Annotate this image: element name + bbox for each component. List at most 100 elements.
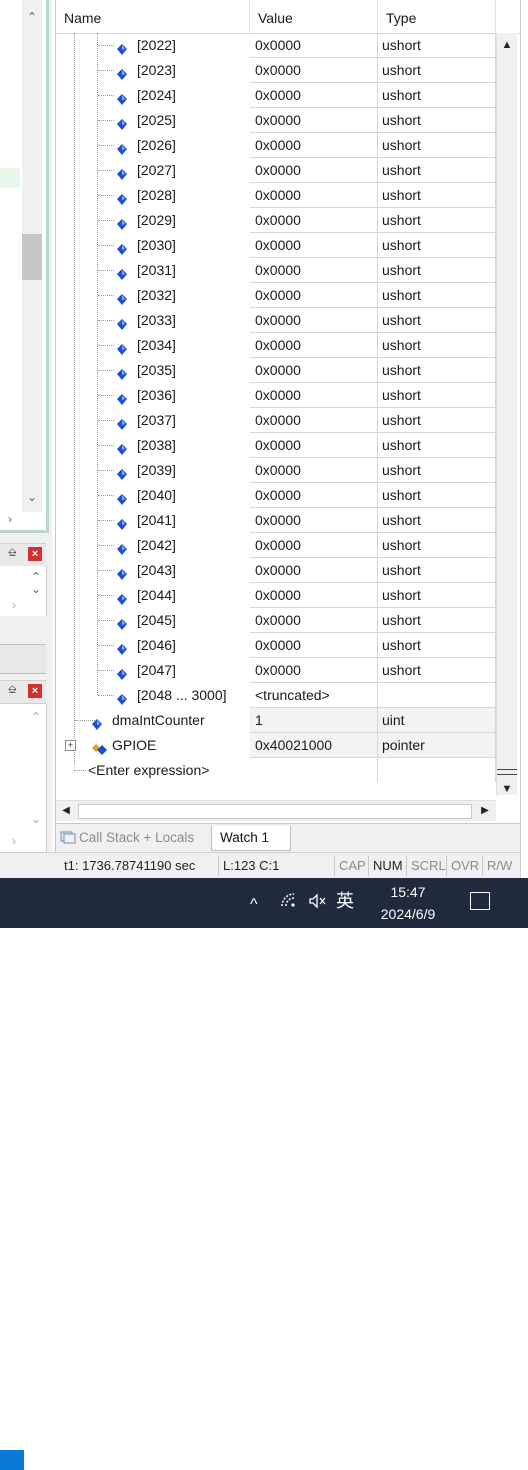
scroll-down-icon[interactable]: ⌄ — [28, 812, 44, 826]
variable-row[interactable]: dmaIntCounter 1 uint — [56, 708, 496, 733]
value-cell[interactable]: 0x0000 — [250, 133, 378, 158]
scroll-left-icon[interactable]: ◀ — [57, 801, 75, 821]
value-cell[interactable]: 0x0000 — [250, 583, 378, 608]
name-cell[interactable]: [2026] — [56, 133, 250, 158]
array-element-row[interactable]: [2025] 0x0000 ushort — [56, 108, 496, 133]
name-cell[interactable]: [2039] — [56, 458, 250, 483]
name-cell[interactable]: [2029] — [56, 208, 250, 233]
array-element-row[interactable]: [2046] 0x0000 ushort — [56, 633, 496, 658]
scroll-right-icon[interactable]: › — [6, 598, 22, 612]
scroll-up-icon[interactable]: ▲ — [497, 35, 517, 55]
scroll-right-icon[interactable]: › — [2, 512, 18, 526]
value-cell[interactable]: 0x0000 — [250, 633, 378, 658]
name-cell[interactable]: <Enter expression> — [56, 758, 250, 782]
project-pane-scrollbar[interactable]: ⌃ ⌄ — [22, 0, 42, 512]
name-cell[interactable]: [2046] — [56, 633, 250, 658]
array-element-row[interactable]: [2045] 0x0000 ushort — [56, 608, 496, 633]
array-element-row[interactable]: [2030] 0x0000 ushort — [56, 233, 496, 258]
name-cell[interactable]: [2043] — [56, 558, 250, 583]
name-cell[interactable]: [2040] — [56, 483, 250, 508]
array-element-row[interactable]: [2022] 0x0000 ushort — [56, 33, 496, 58]
array-element-row[interactable]: [2037] 0x0000 ushort — [56, 408, 496, 433]
value-cell[interactable]: 0x0000 — [250, 258, 378, 283]
value-cell[interactable]: 0x0000 — [250, 483, 378, 508]
scroll-thumb[interactable] — [497, 769, 517, 770]
name-cell[interactable]: [2023] — [56, 58, 250, 83]
value-cell[interactable]: 0x0000 — [250, 408, 378, 433]
ime-indicator[interactable]: 英 — [336, 890, 354, 912]
value-cell[interactable]: 0x0000 — [250, 58, 378, 83]
name-cell[interactable]: [2045] — [56, 608, 250, 633]
value-cell[interactable]: 0x0000 — [250, 308, 378, 333]
name-cell[interactable]: [2030] — [56, 233, 250, 258]
array-element-row[interactable]: [2023] 0x0000 ushort — [56, 58, 496, 83]
column-value[interactable]: Value — [250, 0, 378, 33]
name-cell[interactable]: [2033] — [56, 308, 250, 333]
array-element-row[interactable]: [2028] 0x0000 ushort — [56, 183, 496, 208]
close-icon[interactable]: × — [28, 547, 42, 561]
pin-icon[interactable]: ⎒ — [8, 547, 17, 560]
array-element-row[interactable]: [2031] 0x0000 ushort — [56, 258, 496, 283]
watch-horizontal-scrollbar[interactable]: ◀ ▶ — [56, 800, 496, 821]
value-cell[interactable]: 0x0000 — [250, 433, 378, 458]
name-cell[interactable]: [2031] — [56, 258, 250, 283]
array-element-row[interactable]: [2032] 0x0000 ushort — [56, 283, 496, 308]
array-element-row[interactable]: [2034] 0x0000 ushort — [56, 333, 496, 358]
speaker-muted-icon[interactable] — [308, 892, 328, 916]
array-element-row[interactable]: [2027] 0x0000 ushort — [56, 158, 496, 183]
array-element-row[interactable]: [2039] 0x0000 ushort — [56, 458, 496, 483]
array-element-row[interactable]: [2043] 0x0000 ushort — [56, 558, 496, 583]
value-cell[interactable]: 0x0000 — [250, 558, 378, 583]
array-element-row[interactable]: [2041] 0x0000 ushort — [56, 508, 496, 533]
value-cell[interactable]: 0x0000 — [250, 358, 378, 383]
array-element-row[interactable]: [2029] 0x0000 ushort — [56, 208, 496, 233]
name-cell[interactable]: [2038] — [56, 433, 250, 458]
column-name[interactable]: Name — [56, 0, 250, 33]
name-cell[interactable]: [2041] — [56, 508, 250, 533]
scroll-down-icon[interactable]: ⌄ — [28, 582, 44, 596]
tab-watch-1[interactable]: Watch 1 — [211, 826, 291, 851]
array-element-row[interactable]: [2036] 0x0000 ushort — [56, 383, 496, 408]
wifi-icon[interactable] — [280, 892, 298, 916]
name-cell[interactable]: dmaIntCounter — [56, 708, 250, 733]
name-cell[interactable]: [2037] — [56, 408, 250, 433]
column-type[interactable]: Type — [378, 0, 496, 33]
scroll-right-icon[interactable]: › — [6, 834, 22, 848]
scroll-down-icon[interactable]: ▼ — [497, 779, 517, 799]
value-cell[interactable]: 0x0000 — [250, 208, 378, 233]
scroll-thumb[interactable] — [78, 804, 472, 819]
name-cell[interactable]: + GPIOE — [56, 733, 250, 758]
value-cell[interactable]: 0x0000 — [250, 183, 378, 208]
value-cell[interactable]: 0x0000 — [250, 533, 378, 558]
scroll-down-icon[interactable]: ⌄ — [24, 490, 40, 504]
name-cell[interactable]: [2048 ... 3000] — [56, 683, 250, 708]
array-element-row[interactable]: [2040] 0x0000 ushort — [56, 483, 496, 508]
enter-expression-input[interactable]: <Enter expression> — [88, 758, 209, 782]
close-icon[interactable]: × — [28, 684, 42, 698]
value-cell[interactable]: 1 — [250, 708, 378, 733]
array-element-row[interactable]: [2033] 0x0000 ushort — [56, 308, 496, 333]
value-cell[interactable]: 0x0000 — [250, 383, 378, 408]
value-cell[interactable]: 0x0000 — [250, 458, 378, 483]
pane-button-bar[interactable] — [0, 644, 46, 674]
name-cell[interactable]: [2024] — [56, 83, 250, 108]
registers-pane[interactable]: ⌃ ⌄ › — [0, 704, 47, 1470]
name-cell[interactable]: [2034] — [56, 333, 250, 358]
value-cell[interactable]: 0x0000 — [250, 658, 378, 683]
output-pane[interactable]: ⌃ ⌄ › — [0, 566, 47, 616]
name-cell[interactable]: [2032] — [56, 283, 250, 308]
variable-row[interactable]: + GPIOE 0x40021000 pointer — [56, 733, 496, 758]
name-cell[interactable]: [2035] — [56, 358, 250, 383]
name-cell[interactable]: [2022] — [56, 33, 250, 58]
value-cell[interactable]: 0x0000 — [250, 283, 378, 308]
name-cell[interactable]: [2036] — [56, 383, 250, 408]
array-element-row[interactable]: [2026] 0x0000 ushort — [56, 133, 496, 158]
array-element-row[interactable]: [2035] 0x0000 ushort — [56, 358, 496, 383]
name-cell[interactable]: [2044] — [56, 583, 250, 608]
scroll-thumb[interactable] — [22, 234, 42, 280]
array-element-row[interactable]: [2024] 0x0000 ushort — [56, 83, 496, 108]
enter-expression-row[interactable]: <Enter expression> — [56, 758, 496, 782]
watch-vertical-scrollbar[interactable]: ▲ ▼ — [496, 33, 517, 795]
truncated-row[interactable]: [2048 ... 3000] <truncated> — [56, 683, 496, 708]
name-cell[interactable]: [2042] — [56, 533, 250, 558]
